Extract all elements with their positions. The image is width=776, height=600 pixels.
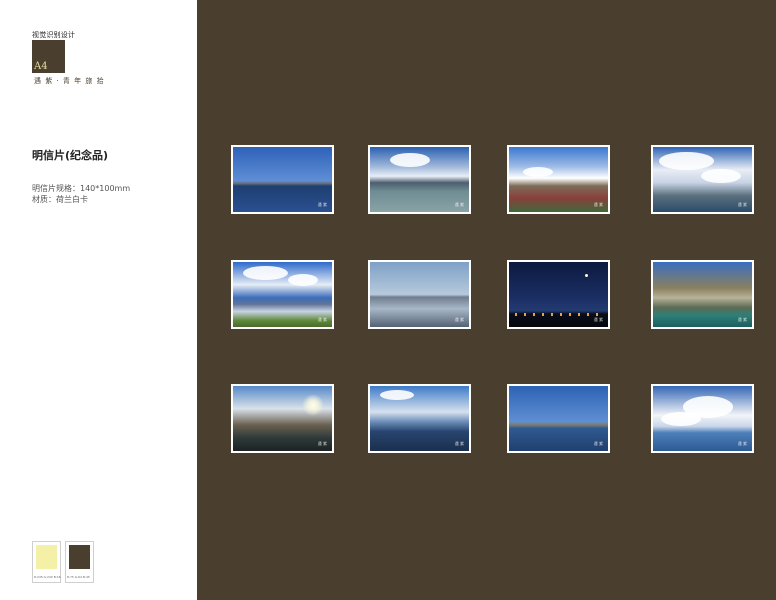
calm-sea-horizon-icon: 遇 紫 xyxy=(509,386,608,451)
postcard: 遇 紫 xyxy=(368,384,471,453)
postcard: 遇 紫 xyxy=(231,260,334,329)
postcard: 遇 紫 xyxy=(507,384,610,453)
page-label: A4 xyxy=(34,61,48,72)
postcard: 遇 紫 xyxy=(231,145,334,214)
postcard: 遇 紫 xyxy=(368,145,471,214)
postcard: 遇 紫 xyxy=(507,260,610,329)
postcard: 遇 紫 xyxy=(368,260,471,329)
sidebar: 视觉识别设计 A4 遇 紫 · 青 年 旅 拾 明信片(纪念品) 明信片规格：1… xyxy=(0,0,197,600)
sunset-hillside-icon: 遇 紫 xyxy=(233,386,332,451)
cloudy-sky-shore-icon: 遇 紫 xyxy=(653,147,752,212)
color-swatch xyxy=(69,545,90,569)
signature: 遇 紫 xyxy=(737,202,747,207)
postcard: 遇 紫 xyxy=(651,260,754,329)
signature: 遇 紫 xyxy=(593,202,603,207)
signature: 遇 紫 xyxy=(454,202,464,207)
signature: 遇 紫 xyxy=(593,441,603,446)
signature: 遇 紫 xyxy=(737,317,747,322)
color-code: R:245 G:240 B:168 xyxy=(34,575,61,579)
signature: 遇 紫 xyxy=(593,317,603,322)
snow-mountain-prayer-flags-icon: 遇 紫 xyxy=(509,147,608,212)
signature: 遇 紫 xyxy=(737,441,747,446)
color-swatch-card: R:75 G:64 B:45 xyxy=(65,541,94,583)
lake-blue-sky-icon: 遇 紫 xyxy=(233,147,332,212)
postcard: 遇 紫 xyxy=(651,384,754,453)
postcard: 遇 紫 xyxy=(651,145,754,214)
spec-material: 材质：荷兰白卡 xyxy=(32,195,88,204)
postcard-display-area: 遇 紫 遇 紫 遇 紫 遇 紫 遇 紫 遇 紫 遇 紫 遇 紫 遇 紫 遇 紫 … xyxy=(197,0,776,600)
mountain-reflection-lake-icon: 遇 紫 xyxy=(233,262,332,327)
page-label-block: A4 xyxy=(32,40,65,73)
postcard: 遇 紫 xyxy=(231,384,334,453)
signature: 遇 紫 xyxy=(454,317,464,322)
color-code: R:75 G:64 B:45 xyxy=(67,575,90,579)
section-title: 视觉识别设计 xyxy=(32,31,76,39)
postcard: 遇 紫 xyxy=(507,145,610,214)
spec-size: 明信片规格：140*100mm xyxy=(32,184,131,193)
cumulus-clouds-lake-icon: 遇 紫 xyxy=(653,386,752,451)
color-swatch-card: R:245 G:240 B:168 xyxy=(32,541,61,583)
clouds-mountain-lake-icon: 遇 紫 xyxy=(370,147,469,212)
brand-tagline: 遇 紫 · 青 年 旅 拾 xyxy=(34,77,105,85)
night-moon-lights-icon: 遇 紫 xyxy=(509,262,608,327)
signature: 遇 紫 xyxy=(317,441,327,446)
color-swatch xyxy=(36,545,57,569)
cliff-green-water-icon: 遇 紫 xyxy=(653,262,752,327)
signature: 遇 紫 xyxy=(454,441,464,446)
boat-on-lake-icon: 遇 紫 xyxy=(370,386,469,451)
page-heading: 明信片(纪念品) xyxy=(32,149,109,162)
signature: 遇 紫 xyxy=(317,317,327,322)
salt-flat-people-icon: 遇 紫 xyxy=(370,262,469,327)
signature: 遇 紫 xyxy=(317,202,327,207)
